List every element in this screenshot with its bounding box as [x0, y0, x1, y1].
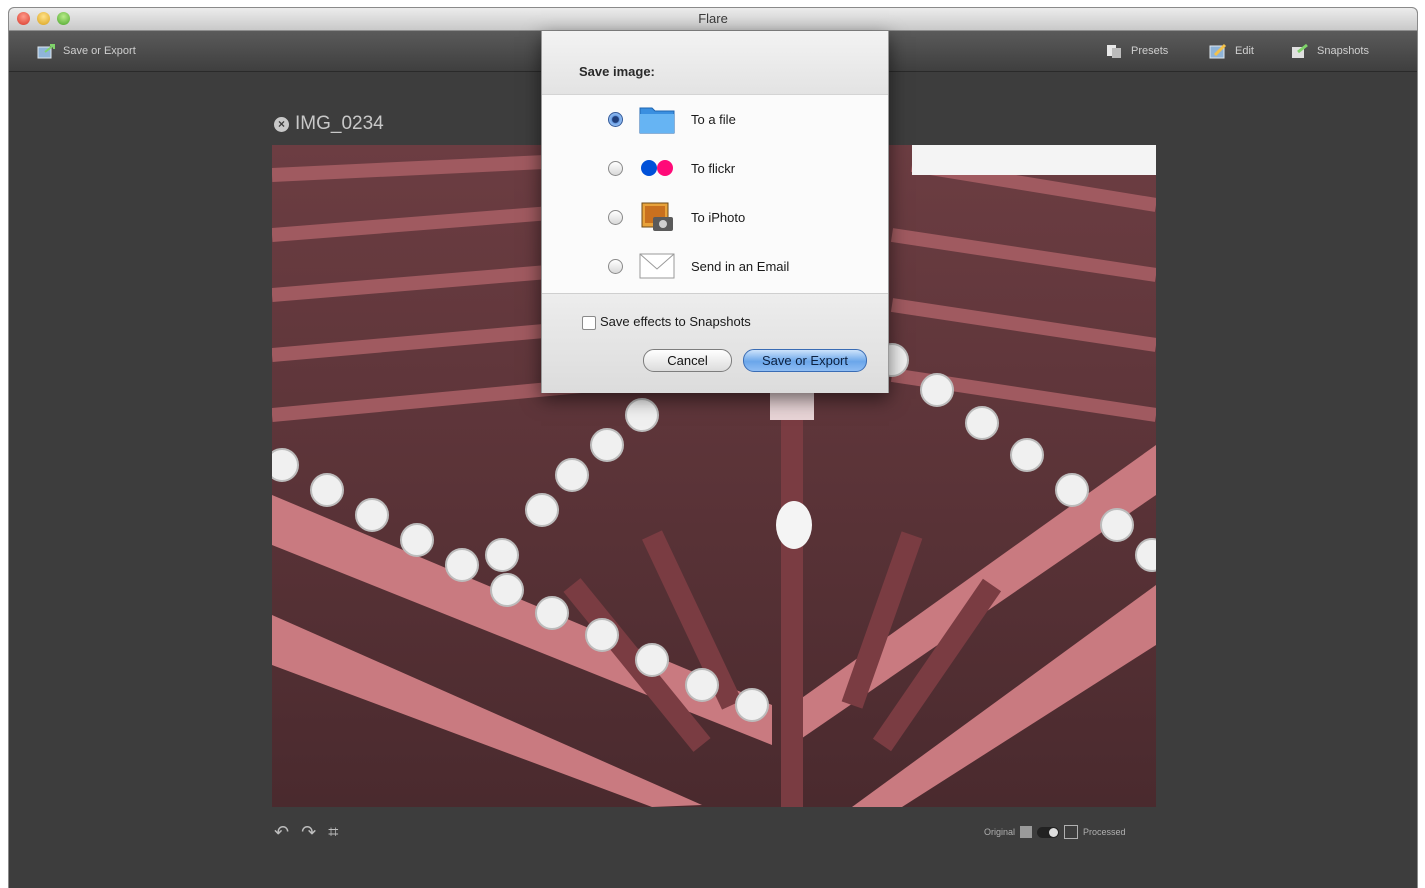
save-or-export-toolbar-button[interactable]: Save or Export — [37, 41, 136, 61]
compare-toggle[interactable] — [1037, 826, 1060, 838]
processed-swatch[interactable] — [1064, 825, 1079, 839]
label-to-a-file: To a file — [691, 111, 736, 127]
image-tools: ↶ ↷ ⌗ — [274, 822, 338, 843]
save-export-icon — [37, 44, 55, 59]
edit-toolbar-button[interactable]: Edit — [1209, 41, 1254, 61]
folder-icon — [639, 107, 675, 134]
document-title: × IMG_0234 — [274, 113, 384, 135]
window-title: Flare — [698, 11, 728, 26]
radio-to-flickr[interactable] — [608, 160, 623, 176]
radio-send-email[interactable] — [608, 258, 623, 274]
edit-icon — [1209, 43, 1227, 59]
dialog-footer: Save effects to Snapshots Cancel Save or… — [542, 293, 888, 393]
save-effects-checkbox[interactable] — [582, 316, 596, 330]
zoom-window-button[interactable] — [57, 12, 70, 25]
dialog-header: Save image: — [542, 31, 888, 95]
rotate-left-icon[interactable]: ↶ — [274, 822, 289, 843]
snapshots-label: Snapshots — [1317, 45, 1369, 57]
radio-to-a-file[interactable] — [608, 111, 623, 127]
flickr-icon — [641, 160, 673, 176]
save-options: To a file To flickr To iPhoto Send in an… — [542, 95, 888, 293]
title-bar: Flare — [9, 8, 1417, 31]
presets-toolbar-button[interactable]: Presets — [1105, 41, 1168, 61]
presets-label: Presets — [1131, 45, 1169, 57]
presets-icon — [1107, 45, 1121, 58]
option-to-flickr[interactable]: To flickr — [542, 148, 888, 188]
option-to-iphoto[interactable]: To iPhoto — [542, 197, 888, 237]
rotate-right-icon[interactable]: ↷ — [301, 822, 316, 843]
save-effects-label: Save effects to Snapshots — [600, 314, 751, 329]
dialog-heading: Save image: — [579, 64, 655, 79]
minimize-window-button[interactable] — [37, 12, 50, 25]
option-send-email[interactable]: Send in an Email — [542, 246, 888, 286]
radio-to-iphoto[interactable] — [608, 209, 623, 225]
option-to-a-file[interactable]: To a file — [542, 99, 888, 139]
label-send-email: Send in an Email — [691, 258, 790, 274]
save-or-export-label: Save or Export — [63, 45, 136, 57]
label-to-iphoto: To iPhoto — [691, 209, 746, 225]
label-to-flickr: To flickr — [691, 160, 736, 176]
snapshots-icon — [1292, 43, 1308, 58]
edit-label: Edit — [1235, 45, 1254, 57]
close-document-icon[interactable]: × — [274, 116, 289, 132]
save-image-dialog: Save image: To a file To flickr To iPhot… — [541, 31, 889, 393]
original-swatch[interactable] — [1020, 826, 1033, 838]
crop-icon[interactable]: ⌗ — [328, 822, 338, 843]
original-label: Original — [984, 827, 1016, 837]
iphoto-icon — [641, 202, 673, 231]
cancel-button[interactable]: Cancel — [643, 349, 732, 372]
snapshots-toolbar-button[interactable]: Snapshots — [1291, 41, 1369, 61]
envelope-icon — [639, 253, 675, 279]
processed-label: Processed — [1083, 827, 1126, 837]
document-name: IMG_0234 — [295, 113, 384, 134]
save-or-export-button[interactable]: Save or Export — [743, 349, 867, 372]
close-window-button[interactable] — [17, 12, 30, 25]
compare-control: Original Processed — [984, 825, 1126, 839]
